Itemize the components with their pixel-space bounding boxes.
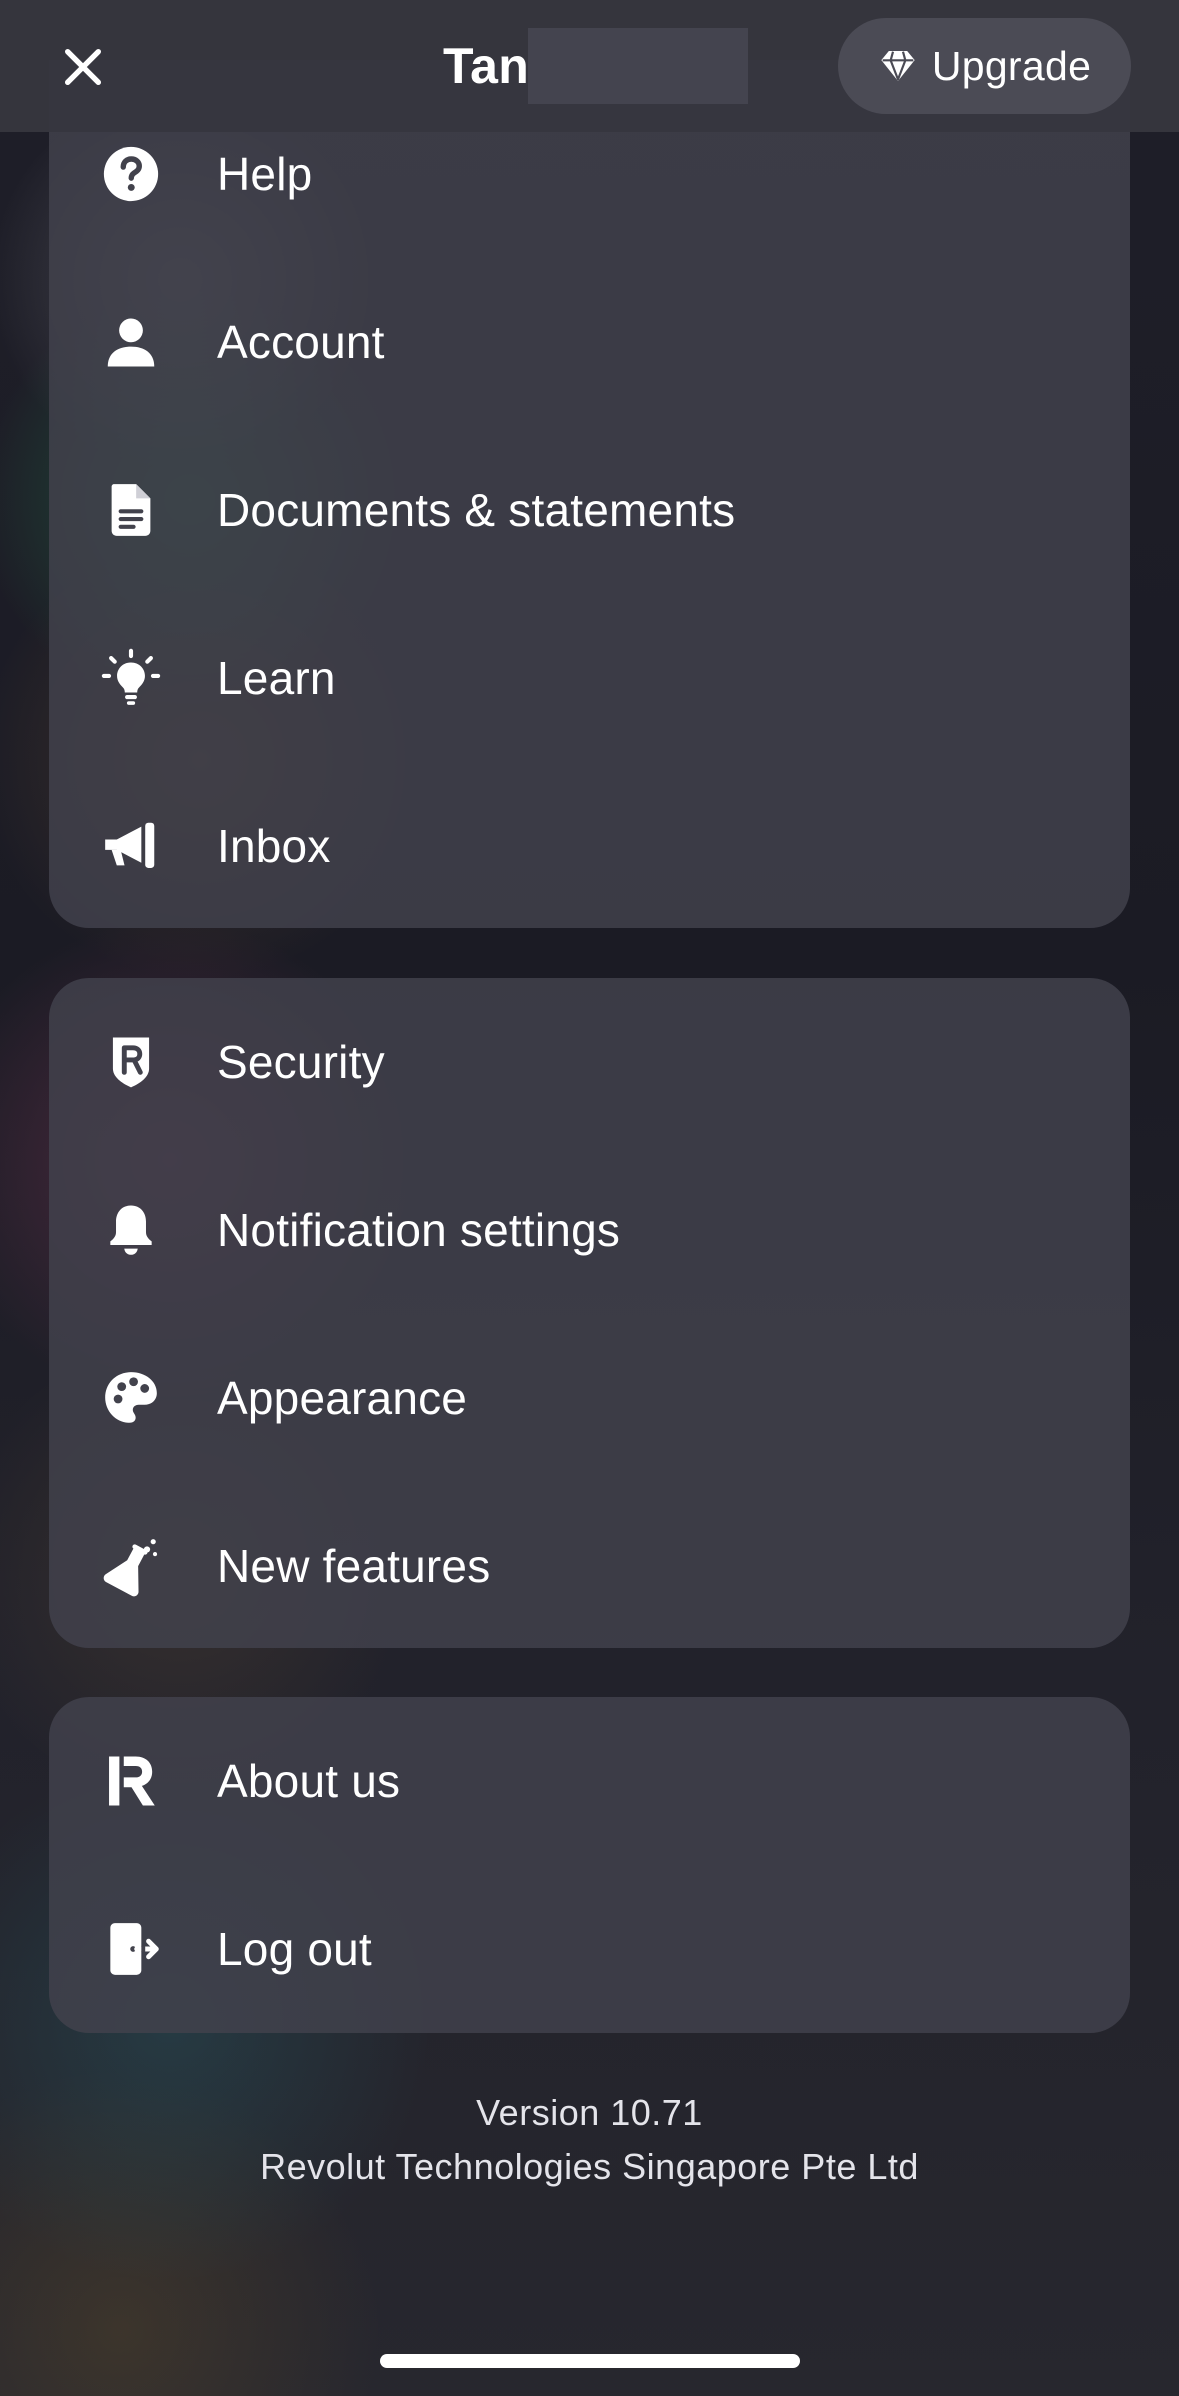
menu-item-label: Account [217, 316, 385, 368]
menu-item-learn[interactable]: Learn [49, 594, 1130, 762]
company-text: Revolut Technologies Singapore Pte Ltd [260, 2146, 919, 2187]
revolut-logo-icon [100, 1750, 162, 1812]
menu-item-notification-settings[interactable]: Notification settings [49, 1146, 1130, 1314]
close-icon [64, 48, 102, 86]
version-text: Version 10.71 [476, 2092, 703, 2133]
menu-item-label: Log out [217, 1923, 372, 1975]
lightbulb-icon [100, 647, 162, 709]
palette-icon [100, 1367, 162, 1429]
menu-item-label: Inbox [217, 820, 331, 872]
menu-item-label: Security [217, 1036, 385, 1088]
profile-name: Tan [443, 38, 530, 94]
menu-section-main: Help Account Documents & statements Lear… [49, 60, 1130, 928]
menu-item-label: Help [217, 148, 313, 200]
menu-item-account[interactable]: Account [49, 258, 1130, 426]
menu-item-label: New features [217, 1540, 491, 1592]
menu-item-label: About us [217, 1755, 401, 1807]
upgrade-label: Upgrade [931, 42, 1092, 89]
menu-item-label: Documents & statements [217, 484, 736, 536]
document-icon [100, 479, 162, 541]
top-bar: Tan Upgrade [0, 0, 1179, 132]
menu-item-log-out[interactable]: Log out [49, 1865, 1130, 2033]
menu-item-label: Appearance [217, 1372, 468, 1424]
menu-item-new-features[interactable]: New features [49, 1482, 1130, 1648]
redacted-name-block [528, 28, 748, 104]
menu-item-security[interactable]: Security [49, 978, 1130, 1146]
menu-section-app: About us Log out [49, 1697, 1130, 2033]
menu-item-documents[interactable]: Documents & statements [49, 426, 1130, 594]
bell-icon [100, 1199, 162, 1261]
help-icon [100, 143, 162, 205]
close-button[interactable] [46, 30, 120, 104]
app-info-footer: Version 10.71 Revolut Technologies Singa… [0, 2086, 1179, 2194]
shield-icon [100, 1031, 162, 1093]
megaphone-icon [100, 815, 162, 877]
menu-item-label: Learn [217, 652, 336, 704]
menu-item-appearance[interactable]: Appearance [49, 1314, 1130, 1482]
menu-item-label: Notification settings [217, 1204, 621, 1256]
menu-item-about-us[interactable]: About us [49, 1697, 1130, 1865]
menu-section-settings: Security Notification settings Appearanc… [49, 978, 1130, 1648]
logout-icon [100, 1918, 162, 1980]
flask-icon [100, 1535, 162, 1597]
account-icon [100, 311, 162, 373]
menu-item-inbox[interactable]: Inbox [49, 762, 1130, 928]
diamond-icon [881, 51, 915, 81]
home-indicator[interactable] [380, 2354, 800, 2368]
upgrade-button[interactable]: Upgrade [838, 18, 1131, 114]
